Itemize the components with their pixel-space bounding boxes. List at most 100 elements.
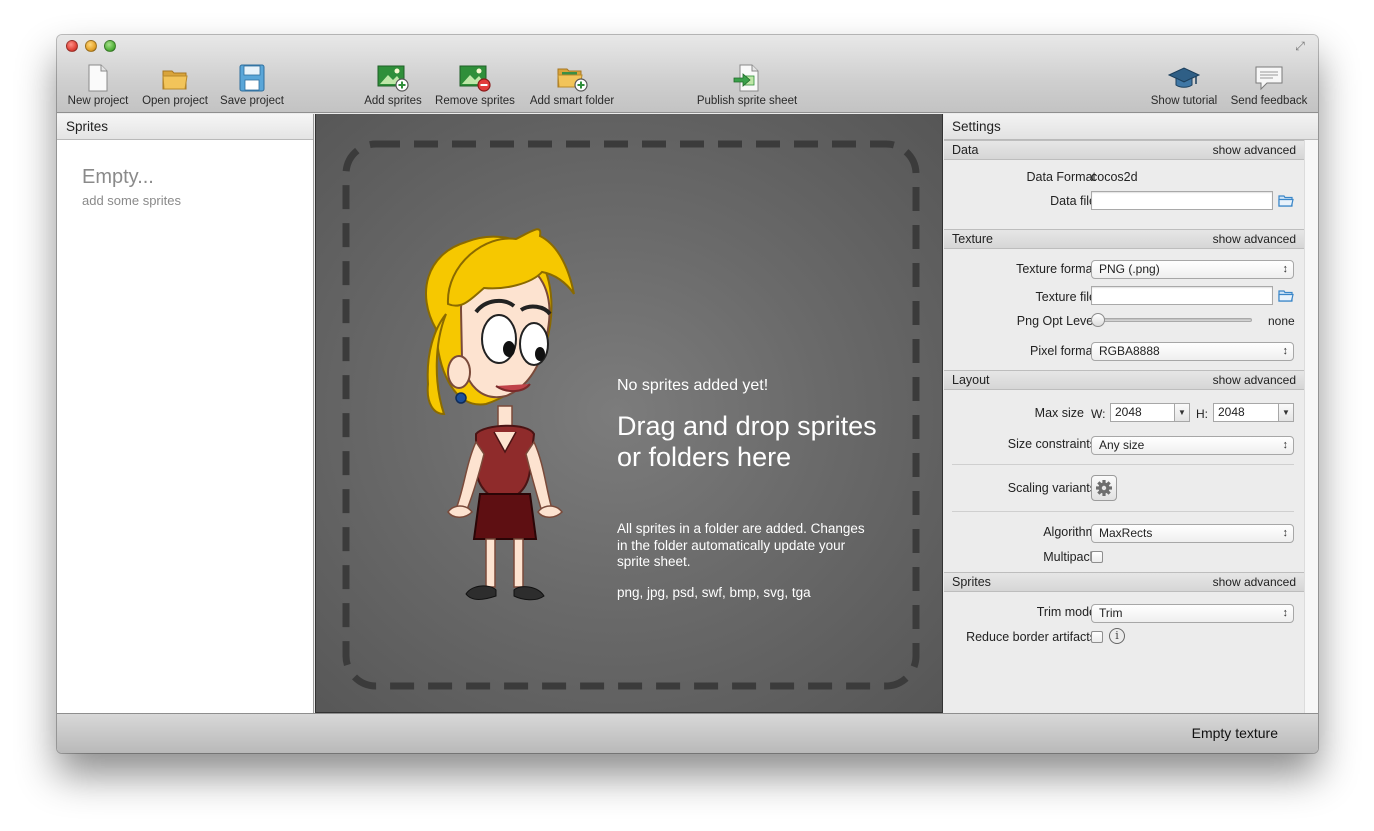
texture-file-input[interactable] <box>1091 286 1273 305</box>
sprites-show-advanced-link[interactable]: show advanced <box>1213 573 1296 592</box>
max-height-combo[interactable]: 2048 ▼ <box>1213 403 1294 422</box>
multipack-checkbox[interactable] <box>1091 551 1103 563</box>
supported-formats-text: png, jpg, psd, swf, bmp, svg, tga <box>617 585 811 600</box>
show-tutorial-label: Show tutorial <box>1150 95 1218 107</box>
max-width-value: 2048 <box>1115 405 1142 419</box>
multipack-label: Multipack <box>1043 550 1096 564</box>
remove-sprites-label: Remove sprites <box>435 95 515 107</box>
data-format-value[interactable]: cocos2d <box>1091 170 1138 184</box>
pixel-format-label: Pixel format <box>1030 344 1096 358</box>
algorithm-select[interactable]: MaxRects ↕ <box>1091 524 1294 543</box>
cartoon-girl-illustration <box>425 228 575 601</box>
sprite-drop-area[interactable]: No sprites added yet! Drag and drop spri… <box>315 114 943 713</box>
select-arrows-icon: ↕ <box>1282 607 1289 619</box>
png-opt-level-value: none <box>1268 314 1295 328</box>
add-smart-folder-button[interactable]: Add smart folder <box>525 63 619 111</box>
smart-folder-icon <box>557 68 588 92</box>
data-section-title: Data <box>952 143 979 157</box>
trim-mode-value: Trim <box>1099 606 1123 620</box>
settings-panel: Settings Data show advanced Data Format … <box>944 114 1318 713</box>
size-constraints-select[interactable]: Any size ↕ <box>1091 436 1294 455</box>
max-width-combo[interactable]: 2048 ▼ <box>1110 403 1190 422</box>
trim-mode-label: Trim mode <box>1036 605 1096 619</box>
max-height-label: H: <box>1196 407 1208 421</box>
layout-separator <box>952 511 1294 512</box>
add-sprites-button[interactable]: Add sprites <box>361 63 425 111</box>
speech-bubble-icon <box>1255 66 1283 91</box>
texture-file-label: Texture file <box>1035 290 1096 304</box>
sprites-section-header: Sprites show advanced <box>944 572 1304 592</box>
open-project-label: Open project <box>142 95 208 107</box>
sprites-panel: Sprites Empty... add some sprites <box>57 114 314 713</box>
texture-format-label: Texture format <box>1016 262 1096 276</box>
png-opt-level-slider[interactable] <box>1098 318 1252 322</box>
publish-icon <box>733 64 759 92</box>
save-project-label: Save project <box>220 95 284 107</box>
new-document-icon <box>88 64 108 92</box>
settings-scrollbar[interactable] <box>1304 140 1318 713</box>
png-opt-level-label: Png Opt Level <box>1016 314 1096 328</box>
remove-sprites-button[interactable]: Remove sprites <box>433 63 517 111</box>
texture-section-title: Texture <box>952 232 993 246</box>
data-show-advanced-link[interactable]: show advanced <box>1213 141 1296 160</box>
data-file-label: Data file <box>1050 194 1096 208</box>
new-project-button[interactable]: New project <box>65 63 131 111</box>
publish-sprite-sheet-button[interactable]: Publish sprite sheet <box>693 63 801 111</box>
add-sprites-label: Add sprites <box>364 95 422 107</box>
gear-icon <box>1096 480 1112 496</box>
show-tutorial-button[interactable]: Show tutorial <box>1147 63 1221 111</box>
data-file-folder-icon[interactable] <box>1278 194 1294 208</box>
size-constraints-label: Size constraints <box>1007 437 1096 451</box>
texture-format-select[interactable]: PNG (.png) ↕ <box>1091 260 1294 279</box>
settings-panel-title: Settings <box>944 114 1318 140</box>
png-opt-level-knob[interactable] <box>1091 313 1105 327</box>
save-project-button[interactable]: Save project <box>219 63 285 111</box>
combo-arrow-icon[interactable]: ▼ <box>1174 404 1189 421</box>
texture-file-folder-icon[interactable] <box>1278 289 1294 303</box>
add-sprites-icon <box>377 65 409 92</box>
max-height-value: 2048 <box>1218 405 1245 419</box>
status-text: Empty texture <box>1191 725 1278 741</box>
reduce-border-artifacts-label: Reduce border artifacts <box>966 630 1096 644</box>
texture-format-value: PNG (.png) <box>1099 262 1160 276</box>
layout-separator <box>952 464 1294 465</box>
close-window-button[interactable] <box>66 40 78 52</box>
drag-drop-heading: Drag and drop sprites or folders here <box>617 411 877 472</box>
publish-label: Publish sprite sheet <box>696 95 798 107</box>
data-section-header: Data show advanced <box>944 140 1304 160</box>
fullscreen-icon[interactable]: ⤢ <box>1293 39 1307 53</box>
minimize-window-button[interactable] <box>85 40 97 52</box>
zoom-window-button[interactable] <box>104 40 116 52</box>
save-disk-icon <box>239 64 265 92</box>
select-arrows-icon: ↕ <box>1282 439 1289 451</box>
reduce-border-artifacts-checkbox[interactable] <box>1091 631 1103 643</box>
empty-title: Empty... <box>82 166 154 188</box>
info-icon[interactable]: i <box>1109 628 1125 644</box>
size-constraints-value: Any size <box>1099 438 1145 452</box>
scaling-variants-button[interactable] <box>1091 475 1117 501</box>
send-feedback-button[interactable]: Send feedback <box>1227 63 1311 111</box>
open-folder-icon <box>162 70 188 90</box>
remove-sprites-icon <box>459 65 491 92</box>
pixel-format-select[interactable]: RGBA8888 ↕ <box>1091 342 1294 361</box>
app-window: ⤢ New project Open project Save project … <box>57 35 1318 753</box>
open-project-button[interactable]: Open project <box>139 63 211 111</box>
algorithm-value: MaxRects <box>1099 526 1153 540</box>
select-arrows-icon: ↕ <box>1282 527 1289 539</box>
scaling-variants-label: Scaling variants <box>1007 481 1096 495</box>
sprites-panel-title: Sprites <box>57 114 313 140</box>
data-format-label: Data Format <box>1026 170 1096 184</box>
layout-show-advanced-link[interactable]: show advanced <box>1213 371 1296 390</box>
algorithm-label: Algorithm <box>1043 525 1096 539</box>
select-arrows-icon: ↕ <box>1282 263 1289 275</box>
trim-mode-select[interactable]: Trim ↕ <box>1091 604 1294 623</box>
add-smart-folder-label: Add smart folder <box>529 95 615 107</box>
send-feedback-label: Send feedback <box>1230 95 1308 107</box>
combo-arrow-icon[interactable]: ▼ <box>1278 404 1293 421</box>
texture-show-advanced-link[interactable]: show advanced <box>1213 230 1296 249</box>
select-arrows-icon: ↕ <box>1282 345 1289 357</box>
pixel-format-value: RGBA8888 <box>1099 344 1160 358</box>
texture-section-header: Texture show advanced <box>944 229 1304 249</box>
sprites-section-title: Sprites <box>952 575 991 589</box>
data-file-input[interactable] <box>1091 191 1273 210</box>
